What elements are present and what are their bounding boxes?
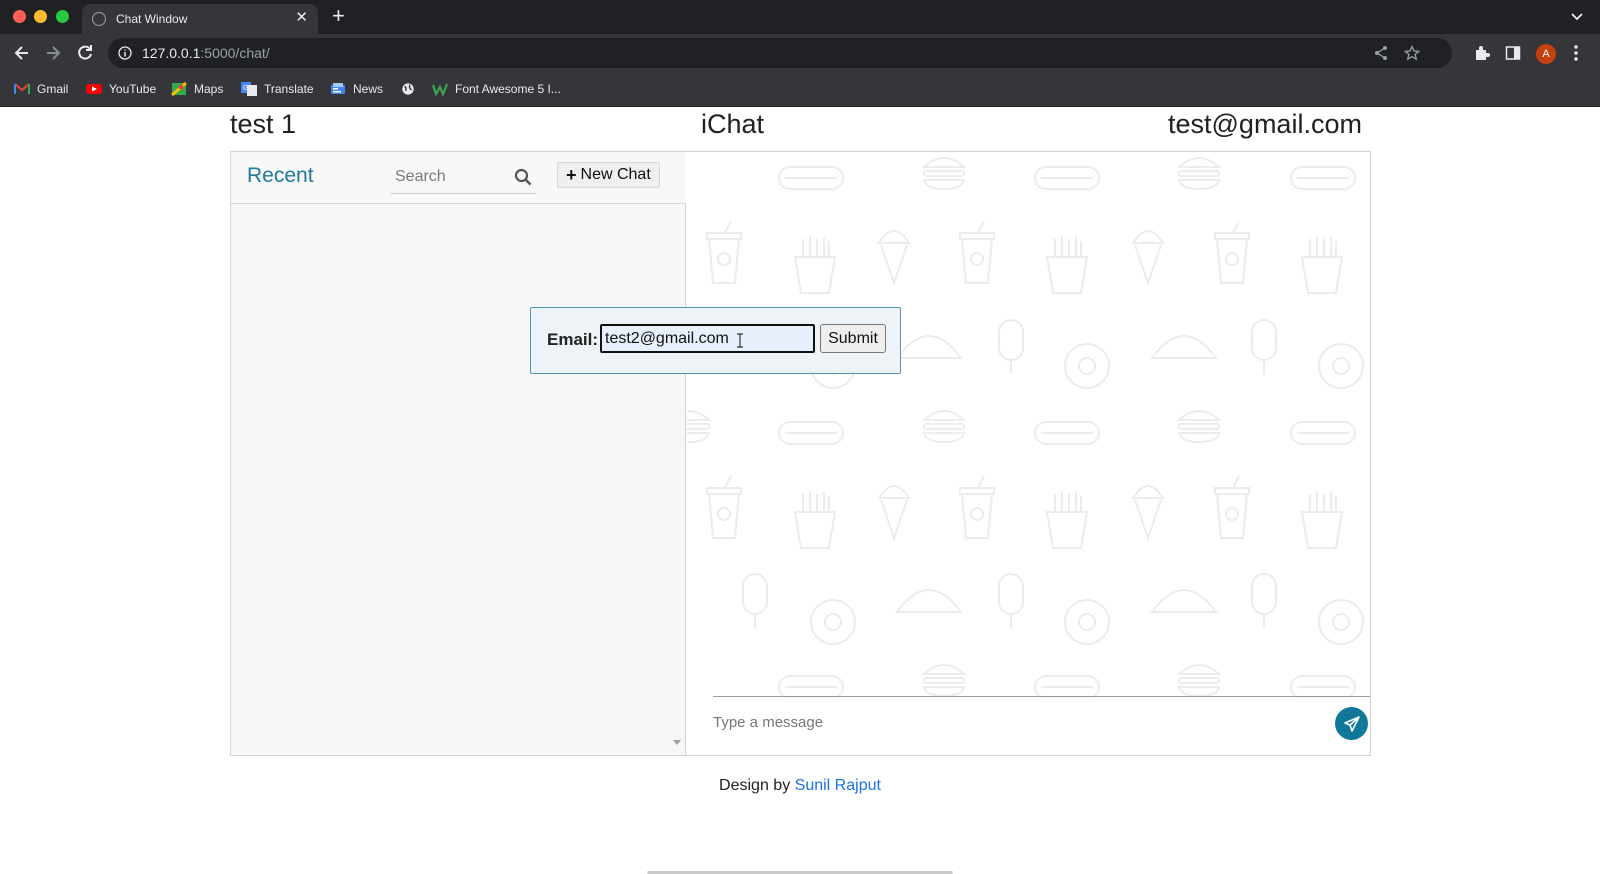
submit-button[interactable]: Submit [820, 324, 886, 353]
url-text[interactable]: 127.0.0.1:5000/chat/ [142, 45, 270, 61]
window-close-button[interactable] [13, 10, 26, 23]
window-maximize-button[interactable] [56, 10, 69, 23]
bookmark-globe[interactable] [400, 80, 416, 98]
sidebar-header: Recent + New Chat [231, 152, 686, 204]
scroll-down-arrow[interactable] [673, 740, 681, 745]
bookmark-youtube[interactable]: YouTube [86, 80, 156, 98]
recent-heading: Recent [247, 164, 314, 187]
bookmark-star-icon[interactable] [1404, 45, 1420, 61]
footer: Design by Sunil Rajput [0, 777, 1600, 795]
fontawesome-icon [432, 83, 448, 96]
new-tab-button[interactable]: + [332, 5, 345, 27]
conversation-pane [687, 152, 1370, 755]
text-cursor-icon [737, 333, 743, 348]
info-icon[interactable] [118, 46, 132, 60]
bookmark-gmail[interactable]: Gmail [14, 80, 68, 98]
chat-container: Recent + New Chat [230, 151, 1371, 756]
message-composer [713, 696, 1370, 755]
plus-icon: + [566, 165, 577, 185]
back-arrow-icon[interactable] [12, 43, 32, 63]
search-box [391, 160, 536, 194]
globe-icon [402, 83, 414, 95]
new-chat-button[interactable]: + New Chat [557, 162, 660, 188]
bookmark-translate[interactable]: G Translate [241, 80, 314, 98]
gmail-icon [14, 83, 30, 94]
bookmark-news[interactable]: News [330, 80, 383, 98]
send-button[interactable] [1335, 707, 1368, 740]
search-icon[interactable] [514, 168, 532, 186]
translate-icon: G [241, 82, 257, 96]
extensions-puzzle-icon[interactable] [1474, 45, 1490, 61]
browser-tabstrip: Chat Window ✕ + [0, 0, 1600, 34]
forward-arrow-icon[interactable] [43, 43, 63, 63]
chevron-down-icon[interactable] [1570, 10, 1584, 24]
maps-icon [171, 82, 187, 96]
close-icon[interactable]: ✕ [295, 9, 308, 27]
browser-tab-active[interactable]: Chat Window ✕ [82, 4, 318, 34]
search-input[interactable] [395, 164, 505, 190]
food-doodle-background [687, 157, 1364, 699]
page: test 1 iChat test@gmail.com Recent + New… [0, 107, 1600, 874]
profile-avatar[interactable]: A [1536, 44, 1556, 64]
bookmark-maps[interactable]: Maps [171, 80, 223, 98]
message-input[interactable] [713, 709, 1273, 735]
app-title: iChat [701, 109, 765, 139]
new-chat-popup: Email: Submit [530, 307, 901, 374]
youtube-icon [86, 84, 102, 94]
svg-text:G: G [243, 84, 248, 92]
author-link[interactable]: Sunil Rajput [795, 777, 881, 794]
footer-prefix: Design by [719, 777, 791, 794]
address-bar[interactable]: 127.0.0.1:5000/chat/ [108, 38, 1452, 68]
paper-plane-icon [1343, 715, 1360, 732]
reload-icon[interactable] [75, 43, 95, 63]
user-email: test@gmail.com [1168, 109, 1362, 139]
bookmarks-bar: Gmail YouTube Maps G Translate News Font… [0, 72, 1600, 107]
kebab-menu-icon[interactable] [1574, 44, 1578, 62]
sidebar: Recent + New Chat [231, 152, 686, 755]
email-label: Email: [547, 330, 599, 349]
window-minimize-button[interactable] [34, 10, 47, 23]
globe-icon [92, 12, 106, 26]
tab-title: Chat Window [116, 12, 188, 26]
user-name-title: test 1 [230, 109, 297, 139]
side-panel-icon[interactable] [1505, 45, 1521, 61]
share-icon[interactable] [1373, 45, 1389, 61]
browser-toolbar: 127.0.0.1:5000/chat/ A [0, 34, 1600, 72]
news-icon [331, 83, 345, 94]
bookmark-fontawesome[interactable]: Font Awesome 5 I... [432, 80, 561, 98]
email-field[interactable] [600, 324, 815, 353]
